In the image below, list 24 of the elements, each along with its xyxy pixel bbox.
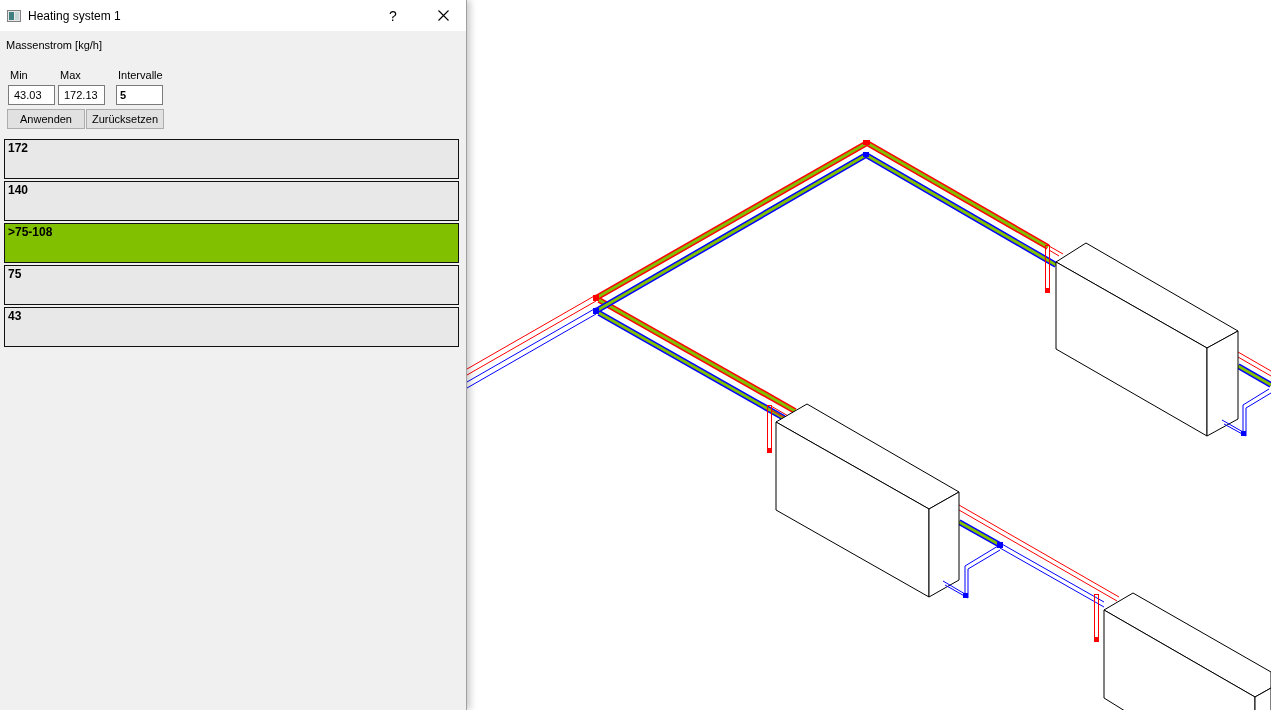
app-icon [7, 9, 21, 22]
apply-button[interactable]: Anwenden [7, 109, 85, 129]
number-field[interactable]: 5 [116, 85, 163, 105]
legend-entry[interactable]: 172 [4, 139, 459, 179]
number-field[interactable]: 43.03 [8, 85, 55, 105]
riser-pipe [1045, 245, 1064, 293]
legend-entry[interactable]: 140 [4, 181, 459, 221]
riser-pipe [1094, 594, 1099, 642]
legend-entry[interactable]: >75-108 [4, 223, 459, 263]
close-icon [437, 10, 449, 21]
field-label: Max [60, 69, 81, 81]
number-field[interactable]: 172.13 [58, 85, 105, 105]
legend-entry[interactable]: 75 [4, 265, 459, 305]
help-button[interactable]: ? [375, 0, 411, 31]
window-title: Heating system 1 [28, 8, 122, 23]
supply-pipe [1237, 351, 1271, 377]
field-label: Min [10, 69, 28, 81]
return-connector [942, 545, 1001, 599]
reset-button[interactable]: Zurücksetzen [86, 109, 164, 129]
return-pipe [1236, 363, 1271, 388]
legend-entry[interactable]: 43 [4, 307, 459, 347]
quantity-label: Massenstrom [kg/h] [6, 39, 102, 52]
field-label: Intervalle [118, 69, 163, 81]
return-connector [1221, 388, 1271, 437]
